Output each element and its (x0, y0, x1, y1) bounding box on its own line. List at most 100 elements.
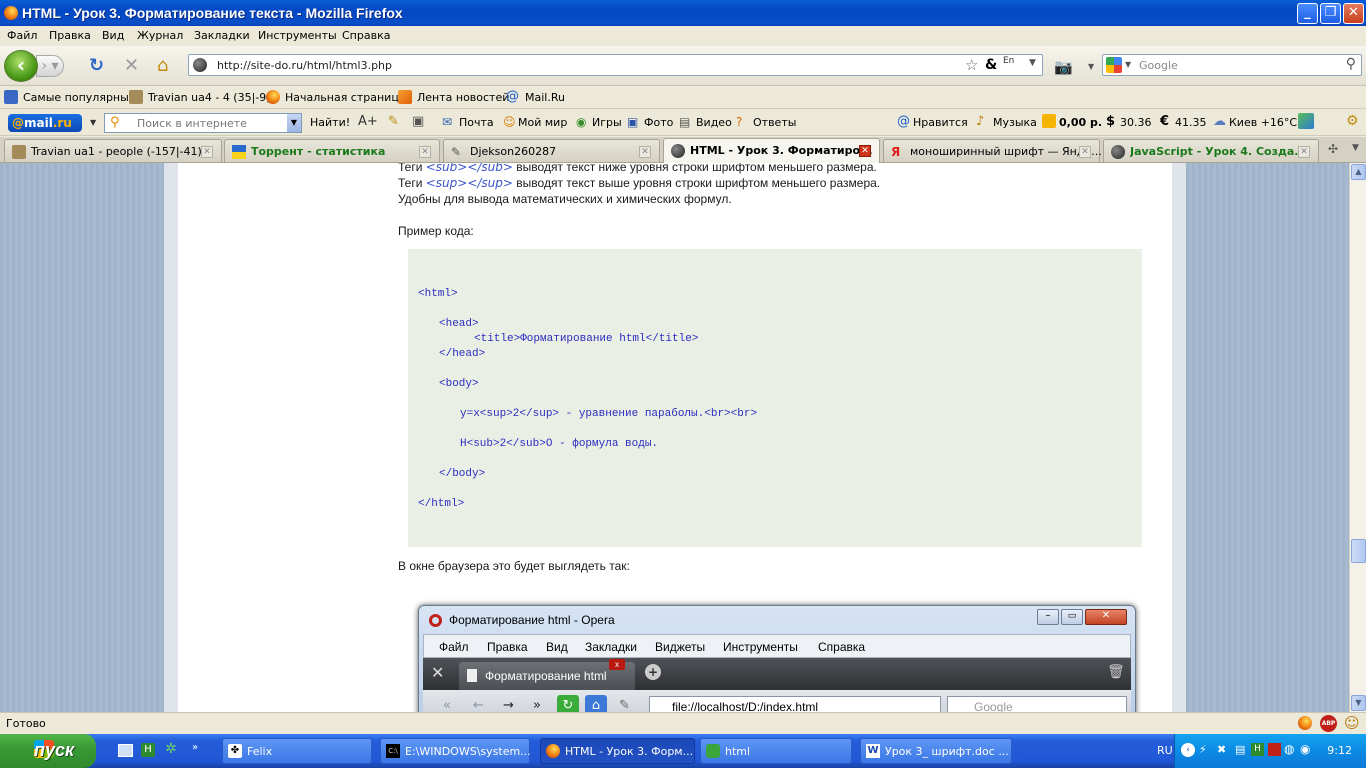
close-tab-icon[interactable]: ✕ (1298, 146, 1310, 158)
mailru-photo[interactable]: Фото (644, 116, 673, 129)
bookmark-start-page[interactable]: Начальная страница (285, 91, 406, 104)
tab-travian[interactable]: Travian ua1 - people (-157|-41) ✕ (4, 139, 222, 162)
minimize-button[interactable]: _ (1297, 3, 1318, 24)
mailru-video[interactable]: Видео (696, 116, 732, 129)
menu-help[interactable]: Справка (342, 29, 390, 42)
tray-h-icon[interactable]: H (1251, 743, 1264, 756)
taskbar-label: E:\WINDOWS\system... (405, 745, 531, 758)
tray-monitor-icon[interactable]: ▤ (1235, 743, 1245, 756)
taskbar-cmd[interactable]: C:\ E:\WINDOWS\system... (380, 738, 531, 764)
settings-gear-icon[interactable]: ⚙ (1346, 113, 1359, 129)
bookmark-mailru[interactable]: Mail.Ru (525, 91, 565, 104)
network-icon[interactable]: ⚡ (1199, 743, 1207, 756)
menu-history[interactable]: Журнал (137, 29, 183, 42)
menu-tools[interactable]: Инструменты (258, 29, 337, 42)
bookmark-travian[interactable]: Travian ua4 - 4 (35|-9) (148, 91, 271, 104)
menu-bookmarks[interactable]: Закладки (194, 29, 250, 42)
quicklaunch-app-icon[interactable]: H (141, 743, 155, 757)
vertical-scrollbar[interactable]: ▲ ▼ (1349, 163, 1366, 712)
search-box[interactable]: ▼ Google ⚲ (1102, 54, 1362, 76)
lang-icon[interactable]: En (1003, 56, 1014, 66)
tray-globe-icon[interactable]: ◍ (1284, 742, 1294, 756)
tray-app-icon[interactable]: ✖ (1217, 743, 1226, 756)
mailru-games[interactable]: Игры (592, 116, 622, 129)
maximize-button[interactable]: ❐ (1320, 3, 1341, 24)
tab-html-lesson[interactable]: HTML - Урок 3. Форматиро... ✕ (663, 138, 880, 163)
eur-rate[interactable]: 41.35 (1175, 116, 1207, 129)
taskbar-felix[interactable]: ✤ Felix (222, 738, 372, 764)
taskbar-firefox[interactable]: HTML - Урок 3. Форм... (540, 738, 695, 764)
mailru-mail[interactable]: Почта (459, 116, 494, 129)
mailru-dropdown-icon[interactable]: ▼ (90, 118, 96, 127)
extension-icon[interactable]: ☺ (1344, 714, 1360, 732)
menu-view[interactable]: Вид (102, 29, 124, 42)
tray-red-icon[interactable] (1268, 743, 1281, 756)
firefox-status-icon[interactable] (1298, 716, 1312, 730)
adblock-icon[interactable]: ABP (1320, 715, 1337, 732)
scroll-down-icon[interactable]: ▼ (1351, 695, 1366, 711)
site-icon (193, 58, 207, 72)
scroll-up-icon[interactable]: ▲ (1351, 164, 1366, 180)
close-tab-icon[interactable]: ✕ (859, 145, 871, 157)
usd-rate[interactable]: 30.36 (1120, 116, 1152, 129)
font-size-icon[interactable]: A+ (358, 114, 378, 129)
opera-logo-icon (429, 614, 442, 627)
taskbar: пуск H ✲ » ✤ Felix C:\ E:\WINDOWS\system… (0, 734, 1366, 768)
translate-icon[interactable]: & (985, 57, 997, 73)
taskbar-word-doc[interactable]: W Урок 3_ шрифт.doc ... (860, 738, 1012, 764)
mailru-logo[interactable]: @mail.ru (8, 114, 82, 132)
url-bar[interactable]: http://site-do.ru/html/html3.php ☆ & En … (188, 54, 1043, 76)
engine-dropdown-icon[interactable]: ▼ (1125, 60, 1131, 69)
close-tab-icon[interactable]: ✕ (201, 146, 213, 158)
close-button[interactable]: ✕ (1343, 3, 1364, 24)
start-button[interactable]: пуск (0, 734, 96, 768)
menu-edit[interactable]: Правка (49, 29, 91, 42)
close-tab-icon[interactable]: ✕ (419, 146, 431, 158)
bookmarks-toolbar: Самые популярные Travian ua4 - 4 (35|-9)… (0, 86, 1366, 109)
tab-scroll-icon[interactable]: ✣ (1328, 142, 1338, 156)
language-indicator[interactable]: RU (1157, 744, 1173, 757)
home-icon[interactable]: ⌂ (157, 56, 168, 76)
search-icon[interactable]: ⚲ (1346, 56, 1356, 72)
tab-djekson[interactable]: ✎ Djekson260287 ✕ (443, 139, 660, 162)
google-icon[interactable] (1106, 57, 1122, 73)
bookmark-most-visited[interactable]: Самые популярные (23, 91, 136, 104)
quicklaunch-expand-icon[interactable]: » (192, 742, 198, 753)
answers-icon: ? (736, 115, 743, 129)
mailru-like[interactable]: Нравится (913, 116, 968, 129)
apps-icon[interactable] (1298, 113, 1314, 129)
mailru-answers[interactable]: Ответы (753, 116, 796, 129)
back-button[interactable]: ‹ (4, 50, 38, 82)
url-dropdown-icon[interactable]: ▼ (1029, 58, 1036, 68)
weather[interactable]: Киев +16°C (1229, 116, 1297, 129)
find-in-page-icon[interactable]: ▣ (412, 114, 424, 129)
taskbar-html[interactable]: html (700, 738, 852, 764)
mailru-balance[interactable]: 0,00 р. (1059, 116, 1102, 129)
tab-javascript[interactable]: JavaScript - Урок 4. Созда... ✕ (1103, 139, 1319, 162)
mailru-music[interactable]: Музыка (993, 116, 1037, 129)
camera-dropdown-icon[interactable]: ▼ (1088, 62, 1094, 71)
reload-icon[interactable]: ↻ (89, 56, 104, 76)
show-desktop-icon[interactable] (118, 744, 133, 757)
mailru-search-input[interactable]: ⚲ Поиск в интернете ▼ (104, 113, 302, 133)
tab-yandex[interactable]: Я моноширинный шрифт — Янде... ✕ (883, 139, 1102, 162)
menu-file[interactable]: Файл (7, 29, 37, 42)
mailru-my-world[interactable]: Мой мир (518, 116, 567, 129)
close-tab-icon[interactable]: ✕ (639, 146, 651, 158)
mailru-search-dropdown-icon[interactable]: ▼ (287, 114, 301, 132)
close-tab-icon[interactable]: ✕ (1079, 146, 1091, 158)
tab-list-icon[interactable]: ▼ (1352, 143, 1359, 153)
bookmark-news-feed[interactable]: Лента новостей (417, 91, 509, 104)
scroll-thumb[interactable] (1351, 539, 1366, 563)
bookmark-star-icon[interactable]: ☆ (965, 56, 978, 74)
url-text: http://site-do.ru/html/html3.php (217, 59, 393, 72)
volume-icon[interactable]: ◉ (1300, 742, 1310, 756)
tab-torrent[interactable]: Торрент - статистика ✕ (224, 139, 440, 162)
highlight-icon[interactable]: ✎ (388, 114, 399, 129)
forward-button[interactable]: › ▾ (36, 55, 64, 77)
stop-icon[interactable]: ✕ (124, 56, 139, 76)
mailru-find-button[interactable]: Найти! (310, 116, 350, 129)
tray-expand-icon[interactable]: ‹ (1181, 743, 1195, 757)
quicklaunch-icon[interactable]: ✲ (165, 741, 177, 757)
camera-icon[interactable]: 📷 (1054, 57, 1073, 77)
